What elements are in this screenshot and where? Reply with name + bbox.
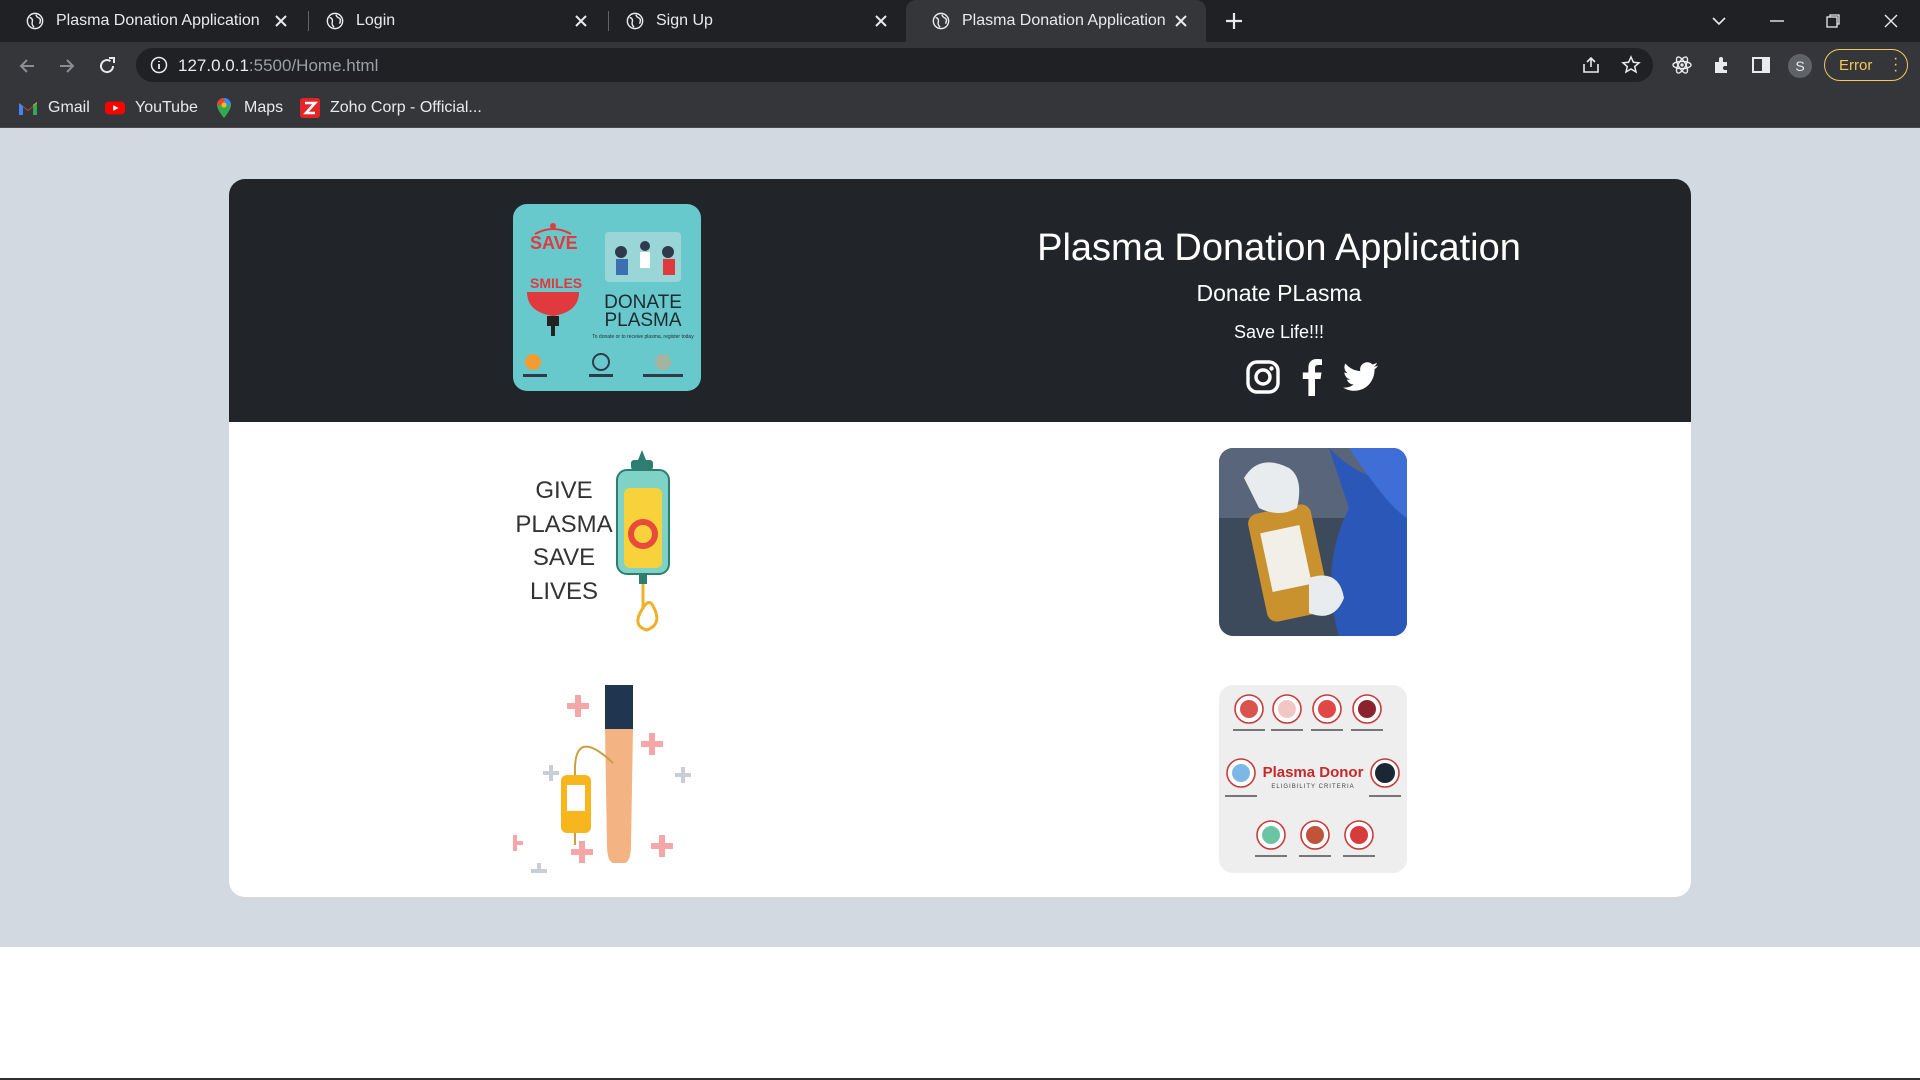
facebook-icon[interactable] bbox=[1292, 357, 1332, 397]
donor-title: Plasma Donor bbox=[1263, 764, 1364, 781]
tab-title: Plasma Donation Application bbox=[56, 12, 260, 29]
error-button[interactable]: Error · · · bbox=[1824, 49, 1908, 81]
maps-icon bbox=[214, 98, 234, 118]
profile-avatar[interactable]: S bbox=[1788, 54, 1812, 78]
give-text: GIVE bbox=[535, 477, 592, 504]
lives-text: LIVES bbox=[530, 578, 598, 605]
globe-icon bbox=[932, 12, 950, 30]
bookmark-label: Zoho Corp - Official... bbox=[330, 99, 482, 116]
page-tagline: Save Life!!! bbox=[1233, 322, 1325, 342]
close-tab-icon[interactable] bbox=[870, 10, 892, 32]
logo-smiles-text: SMILES bbox=[530, 275, 582, 291]
tab-signup[interactable]: Sign Up bbox=[600, 0, 906, 42]
youtube-icon bbox=[105, 98, 125, 118]
donor-subtitle: ELIGIBILITY CRITERIA bbox=[1271, 784, 1354, 790]
tab-strip: Plasma Donation Application Login Sign U… bbox=[0, 0, 1920, 42]
site-info-icon[interactable] bbox=[150, 56, 168, 74]
close-tab-icon[interactable] bbox=[1170, 10, 1192, 32]
close-tab-icon[interactable] bbox=[270, 10, 292, 32]
tab-plasma-1[interactable]: Plasma Donation Application bbox=[0, 0, 306, 42]
url-path: :5500/Home.html bbox=[248, 56, 379, 75]
minimize-icon[interactable] bbox=[1750, 0, 1804, 42]
forward-icon[interactable] bbox=[53, 52, 81, 80]
donor-eligibility-image: Plasma Donor ELIGIBILITY CRITERIA bbox=[1219, 685, 1407, 873]
plasma-text: PLASMA bbox=[515, 511, 612, 538]
bookmark-gmail[interactable]: Gmail bbox=[18, 96, 90, 120]
globe-icon bbox=[326, 12, 344, 30]
page-background: SAVE SMILES DONATE PLASMA To donate or t… bbox=[0, 128, 1920, 947]
tab-search-icon[interactable] bbox=[1692, 0, 1746, 42]
tab-title: Login bbox=[356, 12, 396, 29]
bookmark-zoho[interactable]: Zoho Corp - Official... bbox=[300, 96, 482, 120]
zoho-icon bbox=[300, 98, 320, 118]
browser-toolbar: 127.0.0.1:5500/Home.html S Error · · · bbox=[0, 42, 1920, 88]
bookmark-label: YouTube bbox=[135, 99, 198, 116]
twitter-icon[interactable] bbox=[1341, 357, 1381, 397]
bookmark-star-icon[interactable] bbox=[1620, 54, 1642, 76]
arm-transfusion-image bbox=[513, 685, 701, 873]
save-text: SAVE bbox=[533, 544, 595, 571]
url-host: 127.0.0.1 bbox=[178, 56, 249, 75]
instagram-icon[interactable] bbox=[1243, 357, 1283, 397]
close-tab-icon[interactable] bbox=[570, 10, 592, 32]
new-tab-button[interactable] bbox=[1222, 9, 1246, 33]
react-devtools-icon[interactable] bbox=[1669, 52, 1695, 78]
address-bar[interactable]: 127.0.0.1:5500/Home.html bbox=[136, 48, 1653, 82]
back-icon[interactable] bbox=[13, 52, 41, 80]
globe-icon bbox=[26, 12, 44, 30]
give-plasma-image: GIVE PLASMA SAVE LIVES bbox=[513, 448, 701, 636]
more-menu-icon[interactable]: · · · bbox=[1893, 51, 1898, 79]
donate-plasma-logo: SAVE SMILES DONATE PLASMA To donate or t… bbox=[513, 204, 701, 391]
side-panel-icon[interactable] bbox=[1748, 52, 1774, 78]
plasma-bag-photo bbox=[1219, 448, 1407, 636]
bookmark-youtube[interactable]: YouTube bbox=[105, 96, 198, 120]
reload-icon[interactable] bbox=[93, 52, 121, 80]
page-viewport: SAVE SMILES DONATE PLASMA To donate or t… bbox=[0, 128, 1920, 1080]
bookmark-label: Maps bbox=[244, 99, 284, 116]
logo-small-text: To donate or to receive plasma, register… bbox=[592, 334, 694, 340]
logo-plasma-text: PLASMA bbox=[604, 310, 681, 331]
tab-title: Sign Up bbox=[656, 12, 713, 29]
close-window-icon[interactable] bbox=[1864, 0, 1918, 42]
bookmark-label: Gmail bbox=[48, 99, 90, 116]
url-text: 127.0.0.1:5500/Home.html bbox=[178, 56, 378, 76]
share-icon[interactable] bbox=[1580, 54, 1602, 76]
main-card: SAVE SMILES DONATE PLASMA To donate or t… bbox=[229, 179, 1691, 897]
tab-login[interactable]: Login bbox=[300, 0, 606, 42]
tab-plasma-active[interactable]: Plasma Donation Application bbox=[906, 0, 1206, 42]
restore-icon[interactable] bbox=[1806, 0, 1860, 42]
gmail-icon bbox=[18, 98, 38, 118]
error-label: Error bbox=[1839, 56, 1873, 74]
logo-save-text: SAVE bbox=[530, 233, 578, 253]
bookmarks-bar: Gmail YouTube Maps Zoho Corp - Official.… bbox=[0, 88, 1920, 128]
globe-icon bbox=[626, 12, 644, 30]
tab-title: Plasma Donation Application bbox=[962, 12, 1166, 29]
page-subtitle: Donate PLasma bbox=[1196, 280, 1362, 306]
extensions-icon[interactable] bbox=[1709, 52, 1735, 78]
page-title: Plasma Donation Application bbox=[1037, 227, 1521, 269]
hero-banner: SAVE SMILES DONATE PLASMA To donate or t… bbox=[229, 179, 1691, 422]
bookmark-maps[interactable]: Maps bbox=[214, 96, 283, 120]
